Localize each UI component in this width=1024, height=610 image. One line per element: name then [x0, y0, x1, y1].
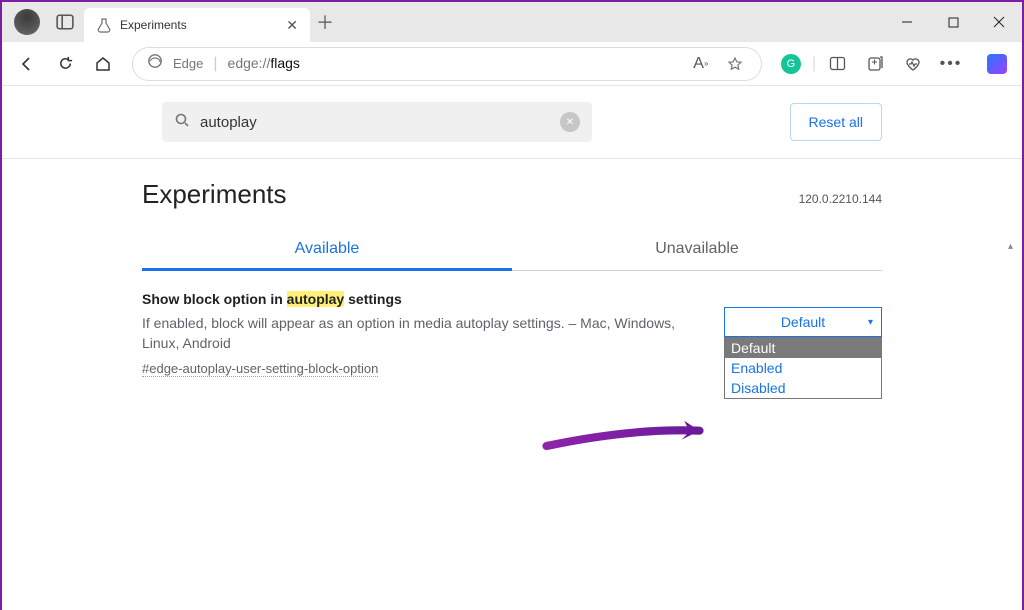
- flag-select[interactable]: Default ▾: [724, 307, 882, 337]
- search-input[interactable]: [200, 114, 550, 131]
- favorite-icon[interactable]: [723, 47, 747, 81]
- split-screen-icon[interactable]: [820, 47, 854, 81]
- address-bar[interactable]: Edge | edge://flags A»: [132, 47, 762, 81]
- flag-tabs: Available Unavailable: [142, 230, 882, 271]
- refresh-button[interactable]: [48, 47, 82, 81]
- option-default[interactable]: Default: [725, 338, 881, 358]
- flask-icon: [96, 17, 112, 33]
- scrollbar-up-icon[interactable]: [1008, 236, 1020, 248]
- more-menu-icon[interactable]: •••: [934, 47, 968, 81]
- browser-toolbar: Edge | edge://flags A» G | •••: [2, 42, 1022, 86]
- page-title: Experiments: [142, 179, 287, 210]
- title-bar: Experiments ✕ ＋: [2, 2, 1022, 42]
- reset-all-button[interactable]: Reset all: [790, 103, 882, 141]
- tab-unavailable[interactable]: Unavailable: [512, 230, 882, 270]
- read-aloud-icon[interactable]: A»: [689, 47, 713, 81]
- chevron-down-icon: ▾: [868, 317, 873, 328]
- annotation-arrow: [537, 419, 727, 455]
- edge-logo-icon: [147, 53, 163, 74]
- tab-title: Experiments: [120, 18, 278, 32]
- browser-name-label: Edge: [173, 56, 203, 71]
- flag-search-box[interactable]: ✕: [162, 102, 592, 142]
- url-text: edge://flags: [228, 55, 300, 73]
- maximize-button[interactable]: [930, 2, 976, 42]
- tab-close-button[interactable]: ✕: [286, 17, 298, 34]
- collections-icon[interactable]: [858, 47, 892, 81]
- back-button[interactable]: [10, 47, 44, 81]
- clear-search-button[interactable]: ✕: [560, 112, 580, 132]
- grammarly-extension-icon[interactable]: G: [774, 47, 808, 81]
- page-content: ✕ Reset all Experiments 120.0.2210.144 A…: [2, 86, 1022, 610]
- browser-tab[interactable]: Experiments ✕: [84, 8, 310, 42]
- search-icon: [174, 112, 190, 133]
- flag-title: Show block option in autoplay settings: [142, 291, 704, 307]
- home-button[interactable]: [86, 47, 120, 81]
- profile-avatar[interactable]: [14, 9, 40, 35]
- tab-actions-icon[interactable]: [56, 13, 74, 31]
- flag-description: If enabled, block will appear as an opti…: [142, 313, 704, 354]
- tab-available[interactable]: Available: [142, 230, 512, 271]
- copilot-icon[interactable]: [980, 47, 1014, 81]
- new-tab-button[interactable]: ＋: [310, 9, 340, 35]
- minimize-button[interactable]: [884, 2, 930, 42]
- select-current-value: Default: [781, 314, 825, 330]
- close-window-button[interactable]: [976, 2, 1022, 42]
- version-label: 120.0.2210.144: [799, 192, 882, 206]
- option-disabled[interactable]: Disabled: [725, 378, 881, 398]
- address-separator: |: [213, 55, 217, 73]
- flag-select-dropdown: Default Enabled Disabled: [724, 337, 882, 399]
- flag-item: Show block option in autoplay settings I…: [142, 271, 882, 398]
- health-icon[interactable]: [896, 47, 930, 81]
- option-enabled[interactable]: Enabled: [725, 358, 881, 378]
- flag-tag-link[interactable]: #edge-autoplay-user-setting-block-option: [142, 361, 378, 377]
